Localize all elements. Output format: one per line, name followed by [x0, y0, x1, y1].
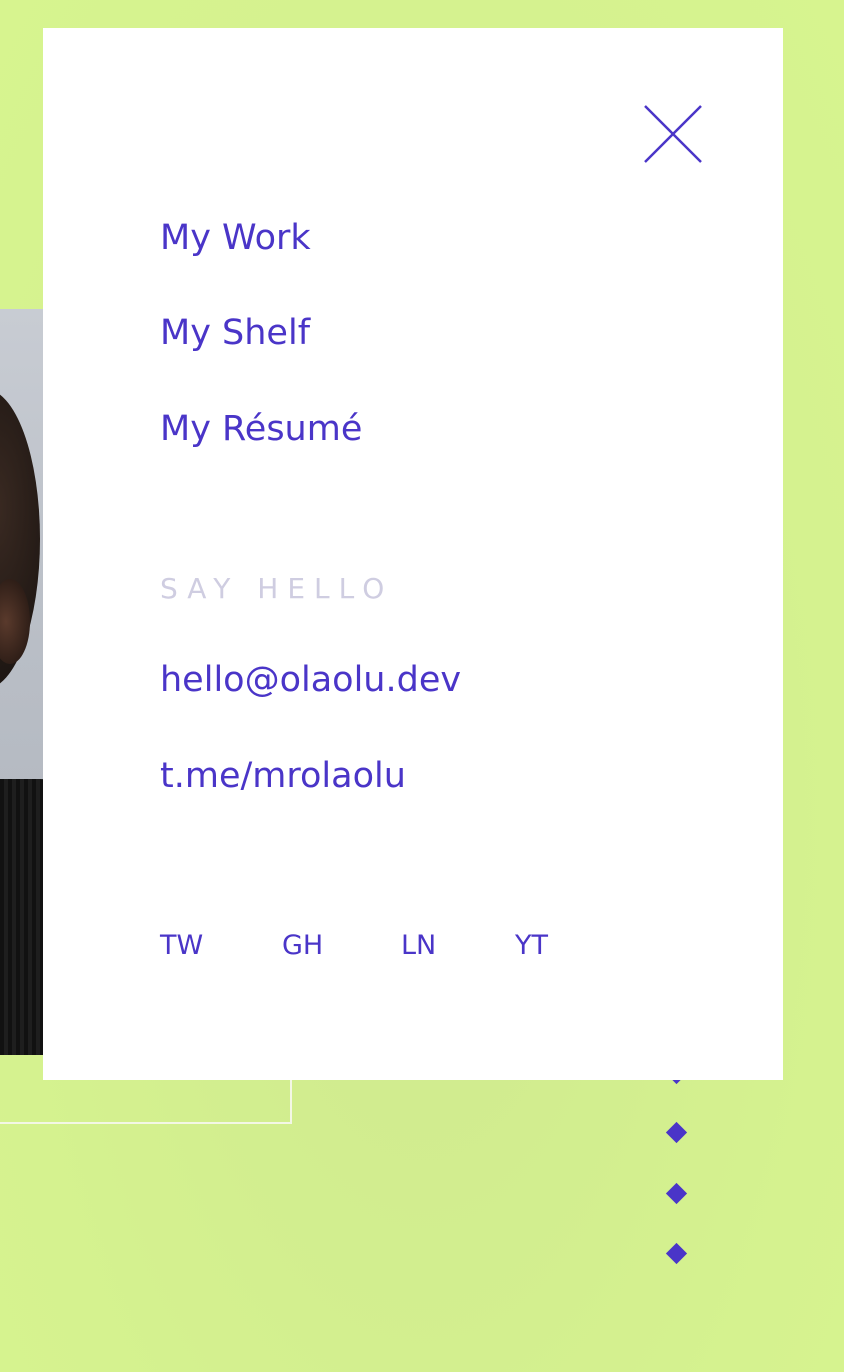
telegram-link[interactable]: t.me/mrolaolu — [160, 756, 406, 796]
social-link-linkedin[interactable]: LN — [401, 930, 436, 961]
nav-link-my-resume[interactable]: My Résumé — [160, 409, 362, 449]
social-link-youtube[interactable]: YT — [515, 930, 548, 961]
say-hello-heading: SAY HELLO — [160, 572, 394, 605]
social-link-github[interactable]: GH — [282, 930, 323, 961]
menu-panel: My Work My Shelf My Résumé SAY HELLO hel… — [43, 28, 783, 1080]
close-button[interactable] — [643, 104, 703, 164]
email-link[interactable]: hello@olaolu.dev — [160, 660, 461, 700]
decorative-diamond-icon — [665, 1242, 688, 1265]
social-link-twitter[interactable]: TW — [160, 930, 203, 961]
decorative-diamond-icon — [665, 1182, 688, 1205]
decorative-diamond-icon — [665, 1121, 688, 1144]
nav-link-my-work[interactable]: My Work — [160, 218, 311, 258]
close-icon — [644, 105, 702, 163]
nav-link-my-shelf[interactable]: My Shelf — [160, 313, 310, 353]
